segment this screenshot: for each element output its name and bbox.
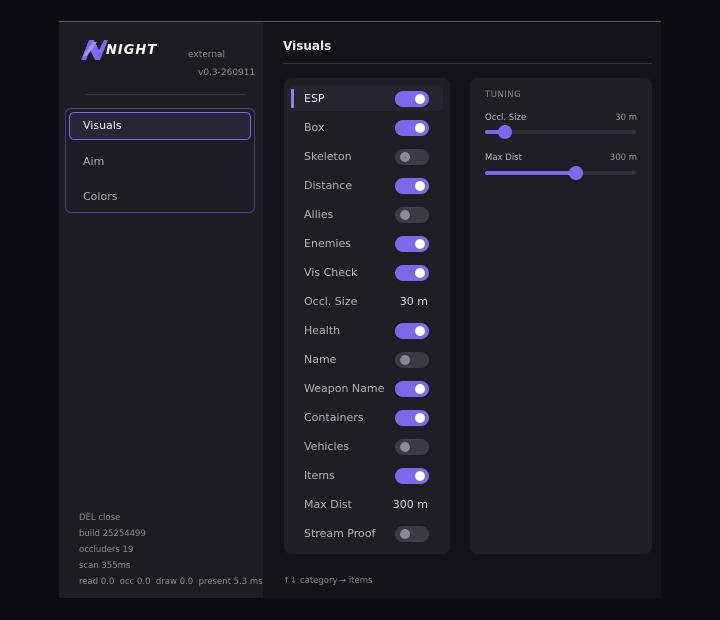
option-label: Skeleton [304, 150, 352, 163]
toggle-containers[interactable] [395, 410, 429, 426]
option-label: Items [304, 469, 335, 482]
toggle-knob [415, 268, 425, 278]
selection-marker [291, 89, 294, 108]
option-row-box[interactable]: Box [288, 115, 443, 140]
option-label: Vehicles [304, 440, 350, 453]
option-label: ESP [304, 92, 325, 105]
option-label: Occl. Size [304, 295, 358, 308]
close-hint: DEL close [79, 513, 121, 523]
toggle-items[interactable] [395, 468, 429, 484]
toggle-box[interactable] [395, 120, 429, 136]
app-window: NIGHT external v0.3-260911 Visuals Aim C… [59, 21, 661, 598]
options-panel: ESP Box Skeleton Distance Allies Enemies Vis C… [284, 78, 450, 554]
toggle-knob [415, 471, 425, 481]
toggle-knob [415, 239, 425, 249]
toggle-knob [415, 94, 425, 104]
toggle-knob [400, 442, 410, 452]
toggle-knob [415, 384, 425, 394]
tuning-title: TUNING [485, 90, 522, 100]
hint-category: ↑↓ category [283, 576, 338, 586]
toggle-knob [415, 326, 425, 336]
tuning-panel: TUNING Occl. Size 30 m Max Dist 300 m [470, 78, 652, 554]
toggle-knob [415, 413, 425, 423]
brand-version: v0.3-260911 [198, 68, 256, 78]
toggle-knob [415, 123, 425, 133]
nav-item-aim[interactable]: Aim [69, 148, 251, 176]
option-row-distance[interactable]: Distance [288, 173, 443, 198]
title-divider [283, 63, 652, 64]
option-label: Max Dist [304, 498, 352, 511]
toggle-skeleton[interactable] [395, 149, 429, 165]
occluders-info: occluders 19 [79, 545, 134, 555]
slider-value-max-dist: 300 m [609, 153, 637, 163]
option-label: Containers [304, 411, 364, 424]
hint-items: → items [339, 576, 373, 586]
option-row-health[interactable]: Health [288, 318, 443, 343]
toggle-knob [400, 152, 410, 162]
option-label: Box [304, 121, 325, 134]
option-row-vis-check[interactable]: Vis Check [288, 260, 443, 285]
option-label: Distance [304, 179, 353, 192]
night-logo: NIGHT [81, 40, 157, 60]
category-nav: Visuals Aim Colors [65, 108, 255, 213]
option-value-occl-size: 30 m [399, 295, 428, 308]
option-value-max-dist: 300 m [392, 498, 428, 511]
option-row-items[interactable]: Items [288, 463, 443, 488]
slider-max-dist[interactable] [485, 166, 636, 180]
option-row-max-dist[interactable]: Max Dist 300 m [288, 492, 443, 517]
toggle-name[interactable] [395, 352, 429, 368]
scan-info: scan 355ms [79, 561, 131, 571]
toggle-weapon-name[interactable] [395, 381, 429, 397]
sidebar: NIGHT external v0.3-260911 Visuals Aim C… [59, 22, 263, 598]
nav-item-colors[interactable]: Colors [69, 183, 251, 211]
toggle-knob [415, 181, 425, 191]
brand-divider [86, 94, 246, 95]
option-row-vehicles[interactable]: Vehicles [288, 434, 443, 459]
toggle-health[interactable] [395, 323, 429, 339]
toggle-knob [400, 210, 410, 220]
slider-thumb[interactable] [568, 166, 583, 180]
slider-value-occl-size: 30 m [615, 113, 637, 123]
option-row-allies[interactable]: Allies [288, 202, 443, 227]
nav-item-visuals[interactable]: Visuals [69, 112, 251, 140]
option-label: Vis Check [304, 266, 358, 279]
toggle-distance[interactable] [395, 178, 429, 194]
option-row-name[interactable]: Name [288, 347, 443, 372]
option-row-stream-proof[interactable]: Stream Proof [288, 521, 443, 546]
option-label: Weapon Name [304, 382, 385, 395]
slider-occl-size[interactable] [485, 125, 636, 139]
option-row-containers[interactable]: Containers [288, 405, 443, 430]
toggle-knob [400, 355, 410, 365]
option-row-skeleton[interactable]: Skeleton [288, 144, 443, 169]
toggle-enemies[interactable] [395, 236, 429, 252]
option-label: Allies [304, 208, 334, 221]
option-label: Enemies [304, 237, 351, 250]
toggle-stream-proof[interactable] [395, 526, 429, 542]
brand-subtitle: external [188, 50, 226, 60]
toggle-knob [400, 529, 410, 539]
option-row-enemies[interactable]: Enemies [288, 231, 443, 256]
toggle-vehicles[interactable] [395, 439, 429, 455]
toggle-esp[interactable] [395, 91, 429, 107]
slider-label-occl-size: Occl. Size [485, 113, 527, 123]
option-label: Health [304, 324, 341, 337]
slider-label-max-dist: Max Dist [485, 153, 522, 163]
toggle-vis-check[interactable] [395, 265, 429, 281]
option-row-weapon-name[interactable]: Weapon Name [288, 376, 443, 401]
option-row-occl-size[interactable]: Occl. Size 30 m [288, 289, 443, 314]
option-row-esp[interactable]: ESP [288, 86, 443, 111]
timings-info: read 0.0 occ 0.0 draw 0.0 present 5.3 ms [79, 577, 263, 587]
build-info: build 25254499 [79, 529, 146, 539]
page-title: Visuals [283, 39, 332, 53]
slider-thumb[interactable] [497, 125, 512, 139]
slider-fill [485, 171, 576, 175]
option-label: Stream Proof [304, 527, 376, 540]
toggle-allies[interactable] [395, 207, 429, 223]
logo-text: NIGHT [106, 43, 157, 58]
option-label: Name [304, 353, 337, 366]
